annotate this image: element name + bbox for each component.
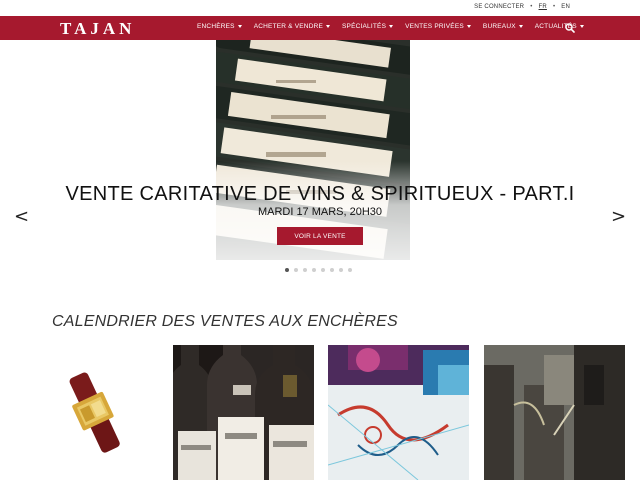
- nav-label: SPÉCIALITÉS: [342, 23, 387, 30]
- main-header: TAJAN ENCHÈRES ACHETER & VENDRE SPÉCIALI…: [0, 16, 640, 40]
- slider-dot[interactable]: [330, 268, 334, 272]
- hero-date: MARDI 17 MARS, 20H30: [257, 206, 383, 218]
- hero-title: VENTE CARITATIVE DE VINS & SPIRITUEUX - …: [65, 183, 575, 205]
- nav-item-encheres[interactable]: ENCHÈRES: [197, 23, 242, 30]
- separator: •: [552, 4, 556, 10]
- main-nav: ENCHÈRES ACHETER & VENDRE SPÉCIALITÉS VE…: [197, 23, 584, 30]
- nav-item-acheter-vendre[interactable]: ACHETER & VENDRE: [253, 23, 331, 30]
- utility-bar: SE CONNECTER • FR • EN: [0, 0, 640, 16]
- utility-links: SE CONNECTER • FR • EN: [474, 4, 570, 10]
- caret-down-icon: [579, 25, 584, 28]
- search-icon[interactable]: [565, 23, 575, 33]
- sale-card-modern-art[interactable]: [484, 345, 625, 480]
- slider-prev-arrow-icon[interactable]: <: [14, 206, 29, 227]
- slider-dot[interactable]: [321, 268, 325, 272]
- dark-painting-image: [484, 345, 625, 480]
- nav-item-actualites[interactable]: ACTUALITÉS: [535, 23, 584, 30]
- slider-dots: [285, 268, 352, 272]
- slider-dot[interactable]: [285, 268, 289, 272]
- view-sale-button[interactable]: VOIR LA VENTE: [277, 227, 363, 245]
- caret-down-icon: [389, 25, 394, 28]
- logo[interactable]: TAJAN: [60, 19, 135, 39]
- slider-dot[interactable]: [348, 268, 352, 272]
- abstract-painting-image: [328, 345, 469, 480]
- slider-dot[interactable]: [303, 268, 307, 272]
- login-link[interactable]: SE CONNECTER: [474, 4, 524, 10]
- nav-label: VENTES PRIVÉES: [405, 23, 464, 30]
- caret-down-icon: [466, 25, 471, 28]
- nav-label: ACHETER & VENDRE: [253, 23, 324, 30]
- caret-down-icon: [237, 25, 242, 28]
- separator: •: [530, 4, 533, 10]
- lang-fr-link[interactable]: FR: [539, 4, 547, 10]
- watch-image: [17, 345, 158, 480]
- lang-en-link[interactable]: EN: [561, 4, 570, 10]
- caret-down-icon: [326, 25, 331, 28]
- slider-dot[interactable]: [294, 268, 298, 272]
- sale-card-contemporary-art[interactable]: [328, 345, 469, 480]
- sale-card-watch[interactable]: [17, 345, 158, 480]
- wine-bottles-image: [173, 345, 314, 480]
- slider-dot[interactable]: [312, 268, 316, 272]
- nav-label: ENCHÈRES: [197, 23, 235, 30]
- nav-item-bureaux[interactable]: BUREAUX: [483, 23, 523, 30]
- caret-down-icon: [518, 25, 523, 28]
- nav-item-specialites[interactable]: SPÉCIALITÉS: [342, 23, 394, 30]
- slider-dot[interactable]: [339, 268, 343, 272]
- calendar-title: CALENDRIER DES VENTES AUX ENCHÈRES: [52, 313, 398, 330]
- nav-item-ventes-privees[interactable]: VENTES PRIVÉES: [405, 23, 471, 30]
- sale-card-wine[interactable]: [173, 345, 314, 480]
- slider-next-arrow-icon[interactable]: >: [611, 206, 626, 227]
- hero-slider: VENTE CARITATIVE DE VINS & SPIRITUEUX - …: [0, 40, 640, 280]
- nav-label: BUREAUX: [482, 23, 516, 30]
